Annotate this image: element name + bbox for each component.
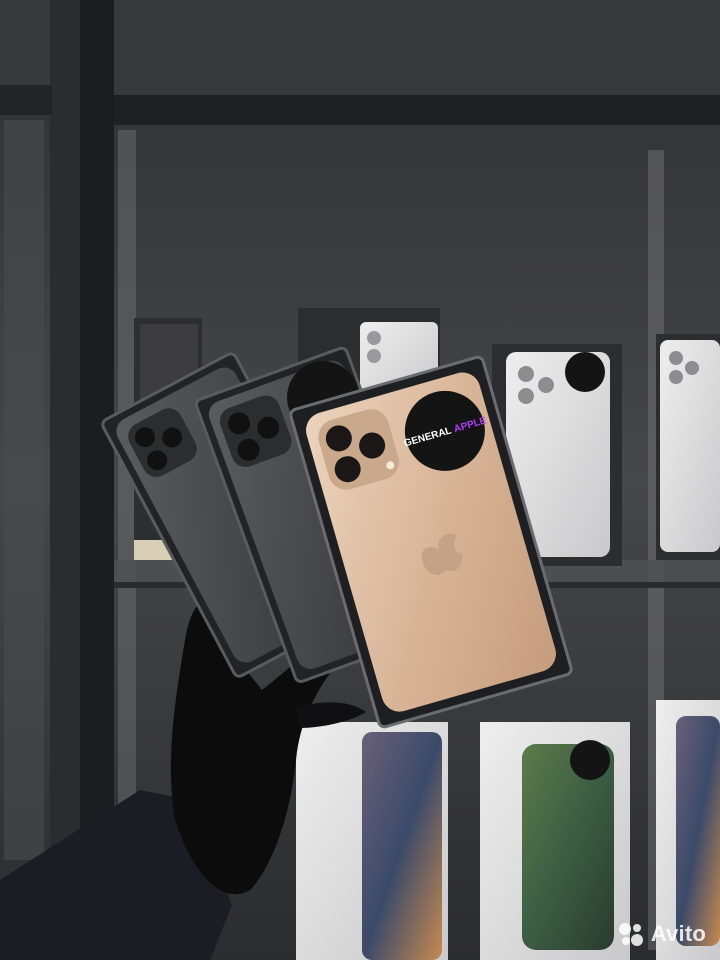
background-box-xs-1: [296, 722, 448, 960]
left-glass-panel: [4, 120, 44, 860]
left-cabinet-rail: [0, 85, 52, 115]
watermark-text: Avito: [650, 921, 706, 946]
background-box-3: [656, 334, 720, 560]
background-box-xs-2: [480, 722, 630, 960]
case-left-edge: [50, 0, 80, 960]
avito-logo-icon: [618, 923, 643, 946]
avito-watermark: Avito: [617, 920, 706, 948]
store-photo: GENERALAPPLE: [0, 0, 720, 960]
case-top-frame: [110, 95, 720, 125]
